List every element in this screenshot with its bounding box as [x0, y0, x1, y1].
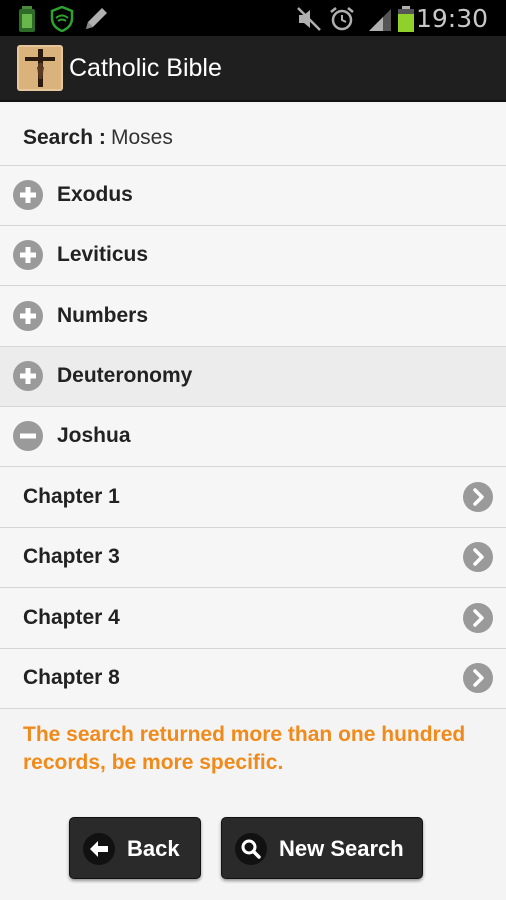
chapter-label: Chapter 8 [23, 666, 120, 689]
signal-icon [369, 9, 391, 31]
arrow-left-icon [83, 833, 115, 865]
status-bar: 19:30 [0, 0, 506, 36]
chapter-label: Chapter 1 [23, 485, 120, 508]
plus-circle-icon [13, 361, 43, 391]
battery-icon [398, 6, 414, 32]
chapter-item-1[interactable]: Chapter 1 [0, 468, 506, 528]
new-search-button-label: New Search [279, 836, 404, 861]
pencil-icon [86, 8, 107, 29]
chevron-right-icon [463, 542, 493, 572]
action-bar: Catholic Bible [0, 36, 506, 102]
plus-circle-icon [13, 180, 43, 210]
book-item-joshua[interactable]: Joshua [0, 407, 506, 467]
battery-app-icon [19, 6, 35, 32]
book-label: Exodus [57, 183, 133, 206]
book-item-leviticus[interactable]: Leviticus [0, 226, 506, 286]
results-limit-warning: The search returned more than one hundre… [23, 723, 466, 774]
chapter-label: Chapter 4 [23, 606, 120, 629]
mute-icon [297, 7, 321, 31]
book-item-exodus[interactable]: Exodus [0, 166, 506, 226]
chapter-item-4[interactable]: Chapter 4 [0, 589, 506, 649]
chevron-right-icon [463, 482, 493, 512]
book-label: Deuteronomy [57, 364, 193, 387]
book-label: Leviticus [57, 243, 149, 266]
new-search-button[interactable]: New Search [221, 817, 423, 879]
chevron-right-icon [463, 663, 493, 693]
magnifier-icon [235, 833, 267, 865]
back-button-label: Back [127, 836, 180, 861]
shield-icon [50, 6, 74, 32]
plus-circle-icon [13, 240, 43, 270]
book-item-deuteronomy[interactable]: Deuteronomy [0, 347, 506, 407]
app-title: Catholic Bible [69, 54, 222, 82]
chevron-right-icon [463, 603, 493, 633]
back-button[interactable]: Back [69, 817, 201, 879]
book-label: Joshua [57, 424, 131, 447]
search-label: Search : [23, 126, 106, 149]
book-label: Numbers [57, 304, 149, 327]
chapter-item-3[interactable]: Chapter 3 [0, 528, 506, 588]
chapter-item-8[interactable]: Chapter 8 [0, 649, 506, 709]
plus-circle-icon [13, 301, 43, 331]
alarm-icon [330, 7, 354, 31]
search-summary: Search : Moses [0, 104, 506, 166]
search-term: Moses [111, 126, 173, 149]
chapter-label: Chapter 3 [23, 545, 120, 568]
book-item-numbers[interactable]: Numbers [0, 287, 506, 347]
crucifix-icon[interactable] [17, 45, 63, 91]
clock: 19:30 [415, 4, 488, 33]
minus-circle-icon [13, 421, 43, 451]
